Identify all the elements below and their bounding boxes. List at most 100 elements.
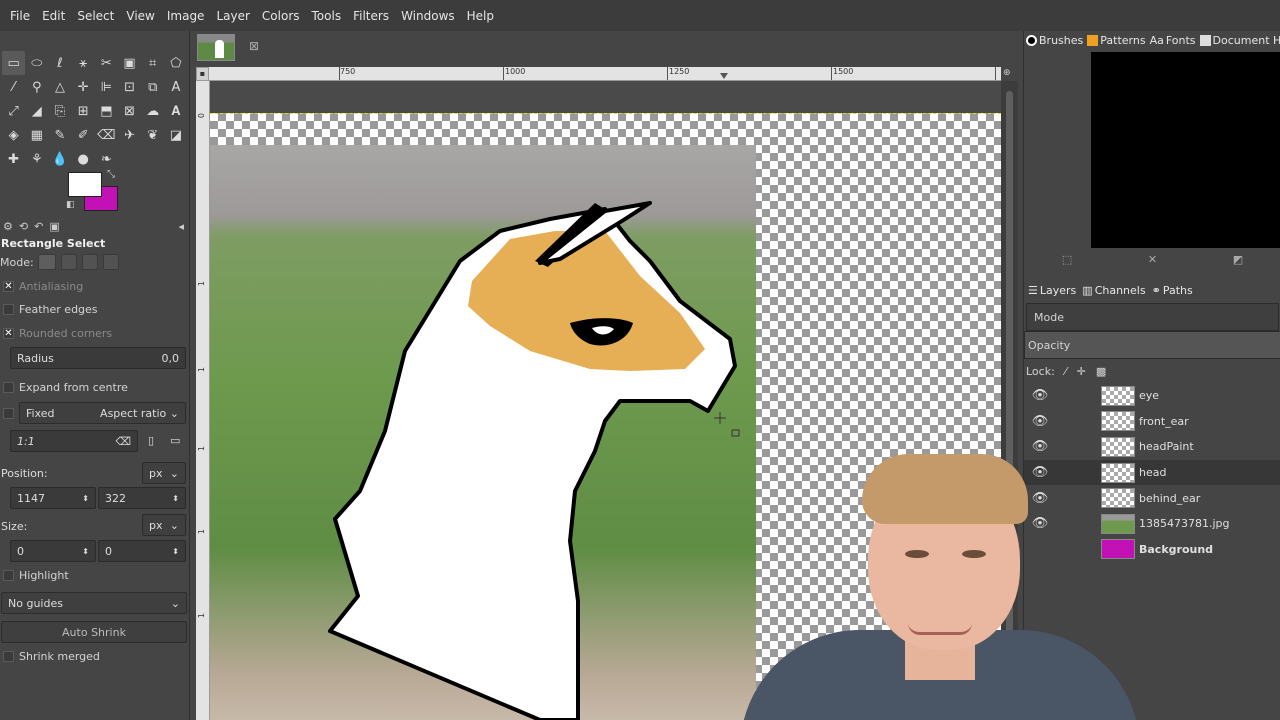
menu-windows[interactable]: Windows xyxy=(395,9,461,23)
lock-pixels-icon[interactable]: ⁄ xyxy=(1065,365,1067,378)
layer-thumbnail[interactable] xyxy=(1101,411,1135,432)
move-icon[interactable]: ✛ xyxy=(72,75,95,99)
layer-name[interactable]: headPaint xyxy=(1139,440,1194,453)
mode-subtract-button[interactable] xyxy=(81,254,98,270)
mypaint-icon[interactable]: ◪ xyxy=(164,123,187,147)
landscape-icon[interactable]: ▭ xyxy=(170,434,180,447)
perspective-icon[interactable]: ⊠ xyxy=(118,99,141,123)
delete-brush-icon[interactable]: ✕ xyxy=(1148,253,1157,271)
tab-channels[interactable]: ▥ Channels xyxy=(1082,284,1145,297)
menu-image[interactable]: Image xyxy=(161,9,211,23)
cage-icon[interactable]: ⊞ xyxy=(72,99,95,123)
fixed-checkbox[interactable] xyxy=(3,407,14,419)
device-status-tab-icon[interactable]: ⟲ xyxy=(19,220,28,233)
feather-edges-checkbox[interactable] xyxy=(3,303,14,315)
brush-preview[interactable] xyxy=(1091,52,1280,248)
pencil-icon[interactable]: ✎ xyxy=(48,123,71,147)
swap-colors-icon[interactable]: ⤡ xyxy=(107,169,115,180)
gradient-icon[interactable]: ▦ xyxy=(25,123,48,147)
undo-history-tab-icon[interactable]: ↶ xyxy=(34,220,43,233)
dodge-icon[interactable]: ● xyxy=(72,147,95,171)
menu-filters[interactable]: Filters xyxy=(347,9,395,23)
align-icon[interactable]: ⊫ xyxy=(95,75,118,99)
opacity-slider[interactable]: Opacity xyxy=(1024,331,1280,359)
images-tab-icon[interactable]: ▣ xyxy=(49,220,59,233)
portrait-icon[interactable]: ▯ xyxy=(148,434,154,447)
visibility-eye-icon[interactable]: 👁 xyxy=(1024,388,1056,403)
size-h-input[interactable]: 0 ⬍ xyxy=(98,540,186,562)
feather-edges-row[interactable]: Feather edges xyxy=(0,298,98,320)
guides-dropdown[interactable]: No guides ⌄ xyxy=(1,592,187,614)
layer-name[interactable]: eye xyxy=(1139,389,1159,402)
zoom-icon[interactable]: ⚲ xyxy=(25,75,48,99)
layer-row[interactable]: 👁 eye xyxy=(1024,383,1280,409)
tab-patterns[interactable]: Patterns xyxy=(1087,34,1146,47)
mode-add-button[interactable] xyxy=(60,254,77,270)
text-tool-icon[interactable]: 𝐀 xyxy=(164,99,187,123)
layer-mode-dropdown[interactable]: Mode xyxy=(1026,303,1279,331)
ink-icon[interactable]: ❦ xyxy=(141,123,164,147)
quick-mask-toggle[interactable]: ▪ xyxy=(196,67,209,81)
stepper-icon[interactable]: ⬍ xyxy=(82,494,89,503)
handle-transform-icon[interactable]: ⤢ xyxy=(2,99,25,123)
lock-alpha-icon[interactable]: ▩ xyxy=(1096,365,1106,378)
smudge-tool-icon[interactable]: ❧ xyxy=(95,147,118,171)
flip-icon[interactable]: ⬒ xyxy=(95,99,118,123)
rect-select-icon[interactable]: ▭ xyxy=(2,51,26,75)
new-brush-icon[interactable]: ⬚ xyxy=(1062,253,1072,271)
navigate-icon[interactable]: ⊕ xyxy=(1003,68,1017,80)
position-unit-dropdown[interactable]: px ⌄ xyxy=(142,462,186,484)
foreground-color-swatch[interactable] xyxy=(68,172,102,197)
shrink-merged-checkbox[interactable] xyxy=(3,650,14,662)
scissors-select-icon[interactable]: ✂ xyxy=(95,51,118,75)
clone-icon[interactable]: ⎘ xyxy=(48,99,71,123)
position-x-input[interactable]: 1147 ⬍ xyxy=(10,487,96,509)
radius-slider[interactable]: Radius 0,0 xyxy=(10,347,186,369)
menu-layer[interactable]: Layer xyxy=(210,9,255,23)
edit-brush-icon[interactable]: ◩ xyxy=(1233,253,1243,271)
menu-edit[interactable]: Edit xyxy=(36,9,71,23)
expand-from-centre-checkbox[interactable] xyxy=(3,381,14,393)
tab-paths[interactable]: ⚭ Paths xyxy=(1152,284,1193,297)
layer-name[interactable]: behind_ear xyxy=(1139,492,1200,505)
color-picker-icon[interactable]: ⁄ xyxy=(2,75,25,99)
antialiasing-row[interactable]: ✕ Antialiasing xyxy=(0,275,83,297)
mode-intersect-button[interactable] xyxy=(102,254,119,270)
vertical-ruler[interactable]: 0 1 1 1 1 1 xyxy=(196,81,210,720)
paths-icon[interactable]: ⬠ xyxy=(164,51,187,75)
visibility-eye-icon[interactable]: 👁 xyxy=(1024,414,1056,429)
mode-replace-button[interactable] xyxy=(37,254,56,270)
expand-from-centre-row[interactable]: Expand from centre xyxy=(0,376,128,398)
stepper-icon[interactable]: ⬍ xyxy=(172,494,179,503)
horizontal-ruler[interactable]: 750 1000 1250 1500 xyxy=(209,67,1001,81)
ellipse-select-icon[interactable]: ⬭ xyxy=(25,51,48,75)
airbrush-icon[interactable]: ✈ xyxy=(118,123,141,147)
crop-icon[interactable]: ⌗ xyxy=(141,51,164,75)
tab-fonts[interactable]: Aa Fonts xyxy=(1150,34,1196,47)
highlight-row[interactable]: Highlight xyxy=(0,564,69,586)
rounded-corners-checkbox[interactable]: ✕ xyxy=(3,327,14,339)
menu-view[interactable]: View xyxy=(120,9,160,23)
stepper-icon[interactable]: ⬍ xyxy=(82,547,89,556)
layer-row[interactable]: 👁 front_ear xyxy=(1024,409,1280,435)
paintbrush-icon[interactable]: ✐ xyxy=(72,123,95,147)
rounded-corners-row[interactable]: ✕ Rounded corners xyxy=(0,322,112,344)
antialiasing-checkbox[interactable]: ✕ xyxy=(3,280,14,292)
clear-icon[interactable]: ⌫ xyxy=(115,435,131,448)
tab-document-history[interactable]: Document Hist xyxy=(1199,34,1280,47)
bucket-fill-icon[interactable]: ◈ xyxy=(2,123,25,147)
stepper-icon[interactable]: ⬍ xyxy=(172,547,179,556)
ratio-input[interactable]: 1:1 ⌫ xyxy=(10,430,138,452)
shrink-merged-row[interactable]: Shrink merged xyxy=(0,645,100,667)
layer-name[interactable]: head xyxy=(1139,466,1166,479)
warp-icon[interactable]: ☁ xyxy=(141,99,164,123)
fuzzy-select-icon[interactable]: ⚹ xyxy=(72,51,95,75)
tab-menu-icon[interactable]: ◂ xyxy=(178,220,184,233)
layer-name[interactable]: 1385473781.jpg xyxy=(1139,517,1230,530)
image-tab-thumbnail[interactable] xyxy=(197,34,235,61)
highlight-checkbox[interactable] xyxy=(3,569,14,581)
menu-select[interactable]: Select xyxy=(71,9,120,23)
menu-colors[interactable]: Colors xyxy=(256,9,306,23)
measure-icon[interactable]: △ xyxy=(48,75,71,99)
smudge-icon[interactable]: ◢ xyxy=(25,99,48,123)
